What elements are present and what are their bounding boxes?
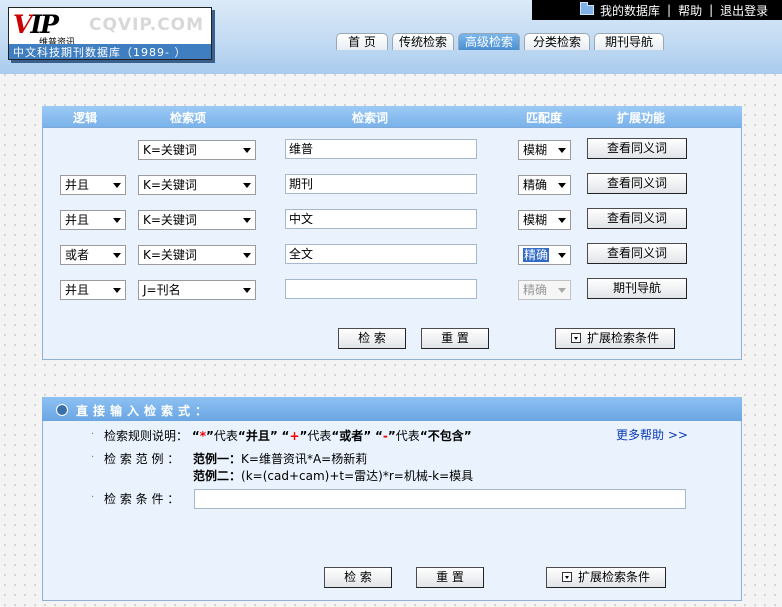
chevron-down-icon: [558, 253, 566, 258]
match-select[interactable]: 精确: [518, 175, 571, 195]
tab-journal-navigation[interactable]: 期刊导航: [594, 33, 664, 50]
tab-advanced-search[interactable]: 高级检索: [458, 33, 520, 50]
direct-search-button[interactable]: 检 索: [324, 567, 392, 588]
separator: |: [709, 3, 714, 17]
reset-button[interactable]: 重 置: [421, 328, 489, 349]
bullet-icon: ·: [91, 429, 95, 440]
condition-label: 检 索 条 件 ：: [104, 492, 180, 506]
match-select[interactable]: 精确: [518, 245, 571, 265]
search-button[interactable]: 检 索: [338, 328, 406, 349]
field-select[interactable]: K=关键词: [138, 245, 256, 265]
top-links: 我的数据库 | 帮助 | 退出登录: [580, 2, 768, 18]
expand-conditions-label: 扩展检索条件: [586, 331, 659, 345]
chevron-down-icon: [558, 183, 566, 188]
chevron-down-icon: [558, 148, 566, 153]
synonym-button[interactable]: 查看同义词: [587, 173, 687, 194]
expand-conditions-button[interactable]: 扩展检索条件: [555, 328, 675, 349]
synonym-button[interactable]: 查看同义词: [587, 208, 687, 229]
logout-link[interactable]: 退出登录: [720, 2, 768, 19]
rules-line: 检索规则说明： “*”代表“并且” “+”代表“或者” “-”代表“不包含”: [104, 429, 472, 443]
my-database-link[interactable]: 我的数据库: [600, 2, 660, 19]
match-select[interactable]: 模糊: [518, 140, 571, 160]
chevron-down-icon: [243, 218, 251, 223]
search-expression-input[interactable]: [194, 489, 686, 509]
bullet-icon: ·: [91, 452, 95, 463]
synonym-button[interactable]: 查看同义词: [587, 243, 687, 264]
logic-select[interactable]: 或者: [60, 245, 126, 265]
tab-home[interactable]: 首 页: [336, 33, 388, 50]
logo-subtitle: 中文科技期刊数据库（1989- ）: [9, 44, 211, 59]
example-1: 范例一：K=维普资讯*A=杨新莉: [193, 452, 368, 466]
expand-conditions-label: 扩展检索条件: [577, 570, 650, 584]
journal-navigation-button[interactable]: 期刊导航: [587, 278, 687, 299]
column-term: 检索词: [351, 111, 388, 125]
match-select: 精确: [518, 280, 571, 300]
logic-select[interactable]: 并且: [60, 210, 126, 230]
chevron-down-icon: [113, 288, 121, 293]
direct-reset-button[interactable]: 重 置: [416, 567, 484, 588]
logo-brand-url: CQVIP.COM: [89, 15, 205, 35]
chevron-down-icon: [243, 253, 251, 258]
column-extend: 扩展功能: [616, 111, 665, 125]
chevron-down-icon: [113, 218, 121, 223]
tab-traditional-search[interactable]: 传统检索: [392, 33, 454, 50]
match-select[interactable]: 模糊: [518, 210, 571, 230]
tab-category-search[interactable]: 分类检索: [524, 33, 590, 50]
logic-select[interactable]: 并且: [60, 175, 126, 195]
chevron-down-icon: [243, 148, 251, 153]
direct-expand-conditions-button[interactable]: 扩展检索条件: [546, 567, 666, 588]
column-match: 匹配度: [525, 111, 562, 125]
chevron-down-icon: [243, 288, 251, 293]
field-select[interactable]: K=关键词: [138, 210, 256, 230]
field-select[interactable]: J=刊名: [138, 280, 256, 300]
expand-down-icon: [570, 333, 581, 343]
example-2: 范例二：(k=(cad+cam)+t=雷达)*r=机械-k=模具: [193, 469, 474, 483]
search-globe-icon: [56, 404, 68, 416]
examples-label: 检 索 范 例 ：: [104, 452, 180, 466]
chevron-down-icon: [558, 288, 566, 293]
logo[interactable]: VIP 维普资讯 CQVIP.COM 中文科技期刊数据库（1989- ）: [8, 7, 212, 60]
logic-select[interactable]: 并且: [60, 280, 126, 300]
more-help-link[interactable]: 更多帮助 >>: [616, 426, 688, 443]
expand-down-icon: [561, 572, 572, 582]
term-input[interactable]: 期刊: [285, 174, 477, 194]
bullet-icon: ·: [91, 492, 95, 503]
term-input[interactable]: 维普: [285, 139, 477, 159]
term-input[interactable]: [285, 279, 477, 299]
chevron-down-icon: [113, 253, 121, 258]
chevron-down-icon: [113, 183, 121, 188]
term-input[interactable]: 中文: [285, 209, 477, 229]
field-select[interactable]: K=关键词: [138, 175, 256, 195]
synonym-button[interactable]: 查看同义词: [587, 138, 687, 159]
folder-icon: [580, 2, 594, 15]
chevron-down-icon: [558, 218, 566, 223]
term-input[interactable]: 全文: [285, 244, 477, 264]
rules-label: 检索规则说明：: [104, 429, 189, 443]
field-select[interactable]: K=关键词: [138, 140, 256, 160]
separator: |: [667, 3, 672, 17]
column-field: 检索项: [169, 111, 206, 125]
column-logic: 逻辑: [72, 111, 97, 125]
help-link[interactable]: 帮助: [678, 2, 702, 19]
direct-search-title: 直接输入检索式：: [76, 404, 213, 418]
or-operator: +: [289, 429, 300, 443]
chevron-down-icon: [243, 183, 251, 188]
